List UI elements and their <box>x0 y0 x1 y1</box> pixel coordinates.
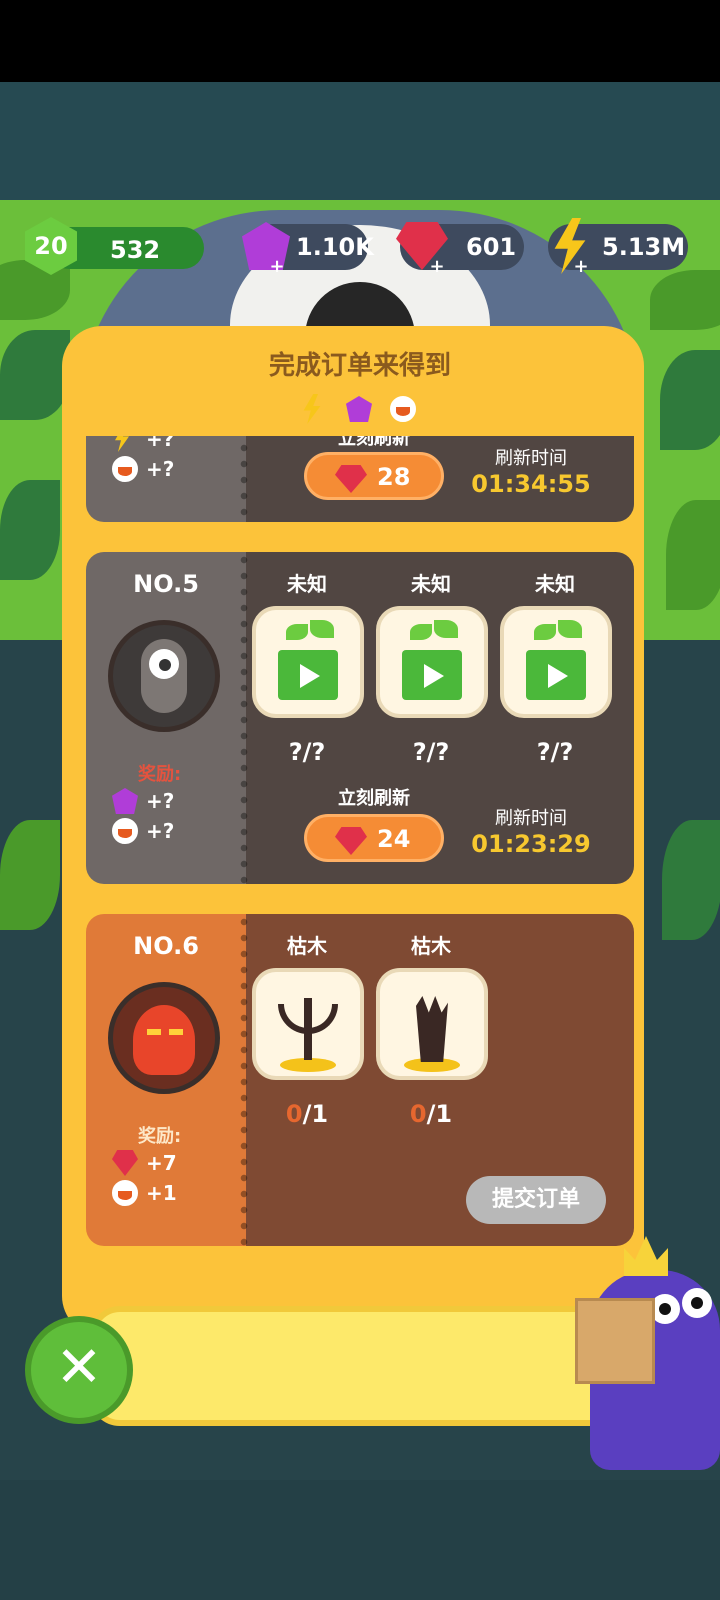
leaf-decoration <box>662 820 720 940</box>
requirement-have: 0 <box>285 1100 303 1128</box>
play-icon <box>300 664 320 688</box>
requirement-tile[interactable] <box>252 606 364 718</box>
refresh-now-button[interactable]: 28 <box>304 452 444 500</box>
energy-value: 5.13M <box>602 233 686 261</box>
ghost-pupil <box>159 659 171 671</box>
demon-eye <box>169 1029 183 1035</box>
order-number: NO.5 <box>133 570 199 598</box>
bolt-icon <box>303 394 321 424</box>
purple-gem-value: 1.10K <box>296 233 374 261</box>
requirement-tile[interactable] <box>376 968 488 1080</box>
sprout-leaf <box>310 620 334 638</box>
requirement-tile[interactable] <box>252 968 364 1080</box>
xp-value: 532 <box>110 236 161 264</box>
cardboard-box <box>575 1298 655 1384</box>
requirement-tile[interactable] <box>500 606 612 718</box>
requirement-tile[interactable] <box>376 606 488 718</box>
requirement-count: ?/? <box>536 738 574 766</box>
plus-icon[interactable]: + <box>428 258 446 276</box>
gold-base <box>280 1058 336 1072</box>
reward-value: +? <box>146 819 175 843</box>
perforation <box>238 436 250 522</box>
sprout-leaf <box>286 624 308 640</box>
red-gem-value: 601 <box>466 233 517 261</box>
customer-portrait <box>108 982 220 1094</box>
potion-icon <box>390 396 416 422</box>
reward-value: +? <box>146 457 175 481</box>
refresh-timer: 01:23:29 <box>471 830 591 858</box>
fire-demon-icon <box>133 1005 195 1075</box>
red-gem-icon <box>335 465 367 493</box>
refresh-time-label: 刷新时间 <box>495 448 567 469</box>
refresh-label: 立刻刷新 <box>338 788 410 809</box>
leaf-decoration <box>0 480 60 580</box>
leaf-decoration <box>0 820 60 930</box>
order-number: NO.6 <box>133 932 199 960</box>
requirement-count: 0/1 <box>252 1100 362 1128</box>
plus-icon[interactable]: + <box>572 258 590 276</box>
submit-order-button[interactable]: 提交订单 <box>466 1176 606 1224</box>
close-button[interactable]: ✕ <box>25 1316 133 1424</box>
requirement-need: /1 <box>426 1100 453 1128</box>
requirement-count: ?/? <box>412 738 450 766</box>
dead-trunk-icon <box>416 996 448 1062</box>
reward-value: +? <box>146 436 175 451</box>
reward-value: +? <box>146 789 175 813</box>
purple-gem-icon <box>346 396 372 422</box>
reward-value: +7 <box>146 1151 177 1175</box>
requirement-count: ?/? <box>288 738 326 766</box>
reward-label: 奖励: <box>138 764 182 785</box>
refresh-now-button[interactable]: 24 <box>304 814 444 862</box>
close-icon: ✕ <box>55 1335 103 1400</box>
order-card-no6: NO.6 奖励: +7 +1 枯木 枯木 0/1 0/1 提交订单 <box>86 914 634 1246</box>
sprout-leaf <box>434 620 458 638</box>
sprout-leaf <box>410 624 432 640</box>
orders-list[interactable]: +? +? 立刻刷新 28 刷新时间 01:34:55 NO.5 奖励: +? … <box>86 436 634 1276</box>
leaf-decoration <box>650 270 720 330</box>
leaf-decoration <box>666 500 720 610</box>
requirement-name: 枯木 <box>411 934 451 958</box>
refresh-cost: 28 <box>377 463 411 491</box>
potion-icon <box>112 1180 138 1206</box>
background-bottom <box>0 1480 720 1600</box>
panel-title: 完成订单来得到 <box>268 351 451 381</box>
background-sky <box>0 82 720 202</box>
customer-portrait <box>108 620 220 732</box>
order-card: +? +? 立刻刷新 28 刷新时间 01:34:55 <box>86 436 634 522</box>
perforation <box>238 914 250 1246</box>
refresh-cost: 24 <box>377 825 411 853</box>
play-icon <box>548 664 568 688</box>
refresh-timer: 01:34:55 <box>471 470 591 498</box>
requirement-name: 未知 <box>287 572 327 596</box>
plus-icon[interactable]: + <box>268 258 286 276</box>
requirement-name: 未知 <box>411 572 451 596</box>
sprout-leaf <box>558 620 582 638</box>
potion-icon <box>112 818 138 844</box>
sprout-leaf <box>534 624 556 640</box>
requirement-need: /1 <box>302 1100 329 1128</box>
perforation <box>238 552 250 884</box>
game-screen: 532 20 1.10K + 601 + 5.13M + 完成订单来得到 +? <box>0 0 720 1600</box>
order-card-no5: NO.5 奖励: +? +? 未知 未知 未知 ?/? ?/? ?/? 立刻刷新… <box>86 552 634 884</box>
play-icon <box>424 664 444 688</box>
requirement-count: 0/1 <box>376 1100 486 1128</box>
reward-value: +1 <box>146 1181 177 1205</box>
potion-icon <box>112 456 138 482</box>
panel-reward-icons <box>290 392 430 426</box>
requirement-name: 枯木 <box>287 934 327 958</box>
refresh-label: 立刻刷新 <box>338 436 410 449</box>
dino-eye <box>682 1288 712 1318</box>
refresh-time-label: 刷新时间 <box>495 808 567 829</box>
demon-eye <box>147 1029 161 1035</box>
red-gem-icon <box>335 827 367 855</box>
reward-label: 奖励: <box>138 1126 182 1147</box>
requirement-name: 未知 <box>535 572 575 596</box>
requirement-have: 0 <box>409 1100 427 1128</box>
status-bar <box>0 0 720 82</box>
dead-tree-branches <box>278 1004 338 1034</box>
